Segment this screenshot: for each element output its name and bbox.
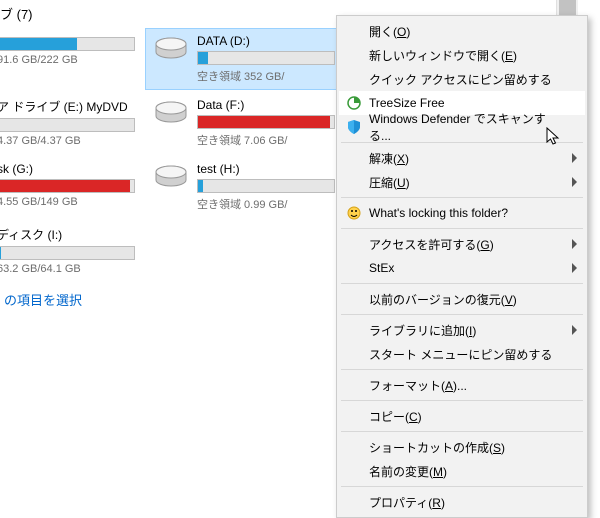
drive-item[interactable]: test (H:) 空き領域 0.99 GB/ — [145, 156, 343, 218]
menu-separator — [341, 431, 583, 432]
menu-separator — [341, 486, 583, 487]
menu-item[interactable]: 圧縮(U) — [339, 170, 585, 194]
drive-free-text: 空き領域 0.99 GB/ — [197, 196, 335, 212]
drive-item[interactable]: DATA (D:) 空き領域 352 GB/ — [145, 28, 343, 90]
menu-separator — [341, 314, 583, 315]
menu-item[interactable]: スタート メニューにピン留めする — [339, 342, 585, 366]
menu-item-label: プロパティ(R) — [369, 494, 445, 511]
menu-item-label: 新しいウィンドウで開く(E) — [369, 47, 517, 64]
drive-usage-bar — [197, 51, 335, 65]
menu-item-label: StEx — [369, 261, 394, 275]
menu-item[interactable]: 新しいウィンドウで開く(E) — [339, 43, 585, 67]
drive-name: ア ドライブ (E:) MyDVD — [0, 98, 135, 115]
defender-icon — [345, 118, 363, 136]
context-menu: 開く(O) 新しいウィンドウで開く(E) クイック アクセスにピン留めする TreeS… — [336, 15, 588, 518]
menu-item[interactable]: What's locking this folder? — [339, 201, 585, 225]
drive-item[interactable]: ディスク (I:) 63.2 GB/64.1 GB — [0, 220, 143, 281]
chevron-right-icon — [572, 239, 577, 249]
drive-free-text: 91.6 GB/222 GB — [0, 54, 135, 66]
drive-usage-bar — [197, 115, 335, 129]
drive-item[interactable]: sk (G:) 4.55 GB/149 GB — [0, 156, 143, 218]
menu-item[interactable]: Windows Defender でスキャンする... — [339, 115, 585, 139]
chevron-right-icon — [572, 263, 577, 273]
drive-free-text: 63.2 GB/64.1 GB — [0, 263, 135, 275]
drive-free-text: 空き領域 7.06 GB/ — [197, 132, 335, 148]
locking-icon — [345, 204, 363, 222]
menu-item[interactable]: 以前のバージョンの復元(V) — [339, 287, 585, 311]
menu-item-label: 名前の変更(M) — [369, 463, 447, 480]
drive-usage-bar — [0, 179, 135, 193]
drive-name: Data (F:) — [197, 98, 335, 112]
menu-item[interactable]: 名前の変更(M) — [339, 459, 585, 483]
chevron-right-icon — [572, 325, 577, 335]
menu-item-label: Windows Defender でスキャンする... — [369, 110, 565, 144]
menu-item-label: コピー(C) — [369, 408, 422, 425]
menu-item-label: TreeSize Free — [369, 96, 445, 110]
drive-usage-bar — [0, 246, 135, 260]
menu-separator — [341, 228, 583, 229]
drive-icon — [153, 162, 189, 190]
menu-item[interactable]: クイック アクセスにピン留めする — [339, 67, 585, 91]
menu-item[interactable]: フォーマット(A)... — [339, 373, 585, 397]
chevron-right-icon — [572, 153, 577, 163]
chevron-right-icon — [572, 177, 577, 187]
menu-item-label: アクセスを許可する(G) — [369, 236, 494, 253]
menu-item[interactable]: 開く(O) — [339, 19, 585, 43]
drive-name: test (H:) — [197, 162, 335, 176]
menu-item-label: ショートカットの作成(S) — [369, 439, 505, 456]
menu-separator — [341, 197, 583, 198]
drive-icon — [153, 34, 189, 62]
drive-item[interactable]: Data (F:) 空き領域 7.06 GB/ — [145, 92, 343, 154]
menu-separator — [341, 369, 583, 370]
drive-free-text: 4.55 GB/149 GB — [0, 196, 135, 208]
menu-separator — [341, 283, 583, 284]
menu-item-label: フォーマット(A)... — [369, 377, 467, 394]
drive-name: ディスク (I:) — [0, 226, 135, 243]
drive-item[interactable]: 91.6 GB/222 GB — [0, 28, 143, 90]
menu-item-label: What's locking this folder? — [369, 206, 508, 220]
drive-usage-bar — [0, 37, 135, 51]
menu-separator — [341, 400, 583, 401]
treesize-icon — [345, 94, 363, 112]
menu-item-label: 解凍(X) — [369, 150, 409, 167]
drive-free-text: 空き領域 352 GB/ — [197, 68, 335, 84]
drive-name: sk (G:) — [0, 162, 135, 176]
menu-item[interactable]: StEx — [339, 256, 585, 280]
menu-item[interactable]: ライブラリに追加(I) — [339, 318, 585, 342]
menu-item[interactable]: ショートカットの作成(S) — [339, 435, 585, 459]
drive-name: DATA (D:) — [197, 34, 335, 48]
menu-item-label: 圧縮(U) — [369, 174, 410, 191]
drive-free-text: 4.37 GB/4.37 GB — [0, 135, 135, 147]
menu-item[interactable]: プロパティ(R) — [339, 490, 585, 514]
menu-item-label: 以前のバージョンの復元(V) — [369, 291, 517, 308]
menu-item-label: クイック アクセスにピン留めする — [369, 71, 552, 88]
drive-usage-bar — [0, 118, 135, 132]
menu-item[interactable]: アクセスを許可する(G) — [339, 232, 585, 256]
menu-item-label: 開く(O) — [369, 23, 410, 40]
menu-item-label: スタート メニューにピン留めする — [369, 346, 552, 363]
drive-usage-bar — [197, 179, 335, 193]
drive-item[interactable]: ア ドライブ (E:) MyDVD 4.37 GB/4.37 GB — [0, 92, 143, 154]
menu-item[interactable]: 解凍(X) — [339, 146, 585, 170]
drive-icon — [153, 98, 189, 126]
menu-item-label: ライブラリに追加(I) — [369, 322, 476, 339]
menu-item[interactable]: コピー(C) — [339, 404, 585, 428]
